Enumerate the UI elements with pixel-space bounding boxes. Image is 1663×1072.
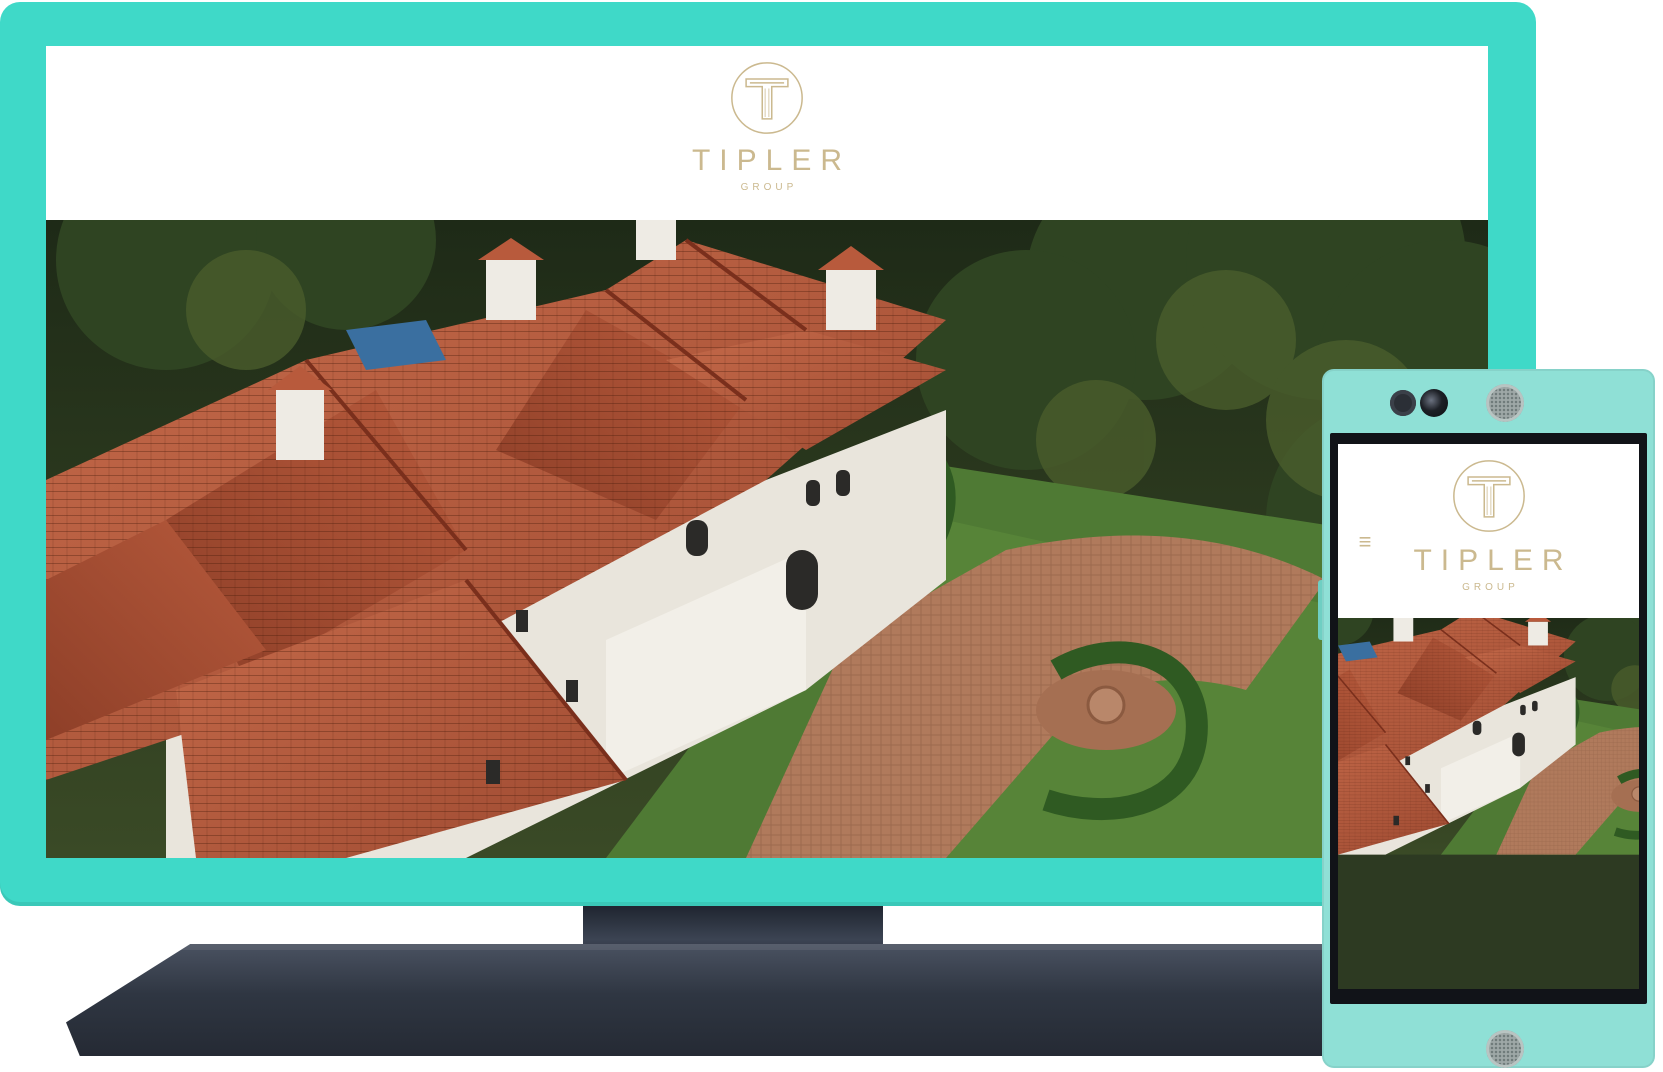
brand-subtitle: GROUP: [740, 182, 798, 193]
mobile-logo-link[interactable]: TIPLER GROUP: [1338, 458, 1639, 593]
mobile-hero-house-image: [1338, 618, 1639, 989]
monitor-stand-highlight: [170, 944, 1340, 950]
desktop-website-screen: TIPLER GROUP: [46, 46, 1488, 858]
mobile-website-screen: ≡ TIPLER GROUP: [1338, 444, 1639, 989]
mobile-site-header: ≡ TIPLER GROUP: [1338, 444, 1639, 618]
brand-name: TIPLER: [691, 144, 852, 177]
camera-lens-icon: [1420, 389, 1448, 417]
brand-name: TIPLER: [1413, 544, 1573, 577]
monitor-stand-base: [66, 944, 1446, 1056]
site-logo-link[interactable]: TIPLER GROUP: [46, 60, 1488, 193]
tipler-logo-icon: [1452, 460, 1525, 532]
brand-subtitle: GROUP: [1462, 582, 1519, 593]
house-aerial-image: [1338, 618, 1639, 989]
bottom-speaker-icon: [1486, 1030, 1524, 1068]
top-speaker-icon: [1486, 384, 1524, 422]
front-camera-icon: [1390, 390, 1416, 416]
hero-house-image: [46, 220, 1488, 858]
house-aerial-image: [46, 220, 1488, 858]
tipler-logo-icon: [731, 62, 803, 134]
site-header: TIPLER GROUP: [46, 46, 1488, 220]
